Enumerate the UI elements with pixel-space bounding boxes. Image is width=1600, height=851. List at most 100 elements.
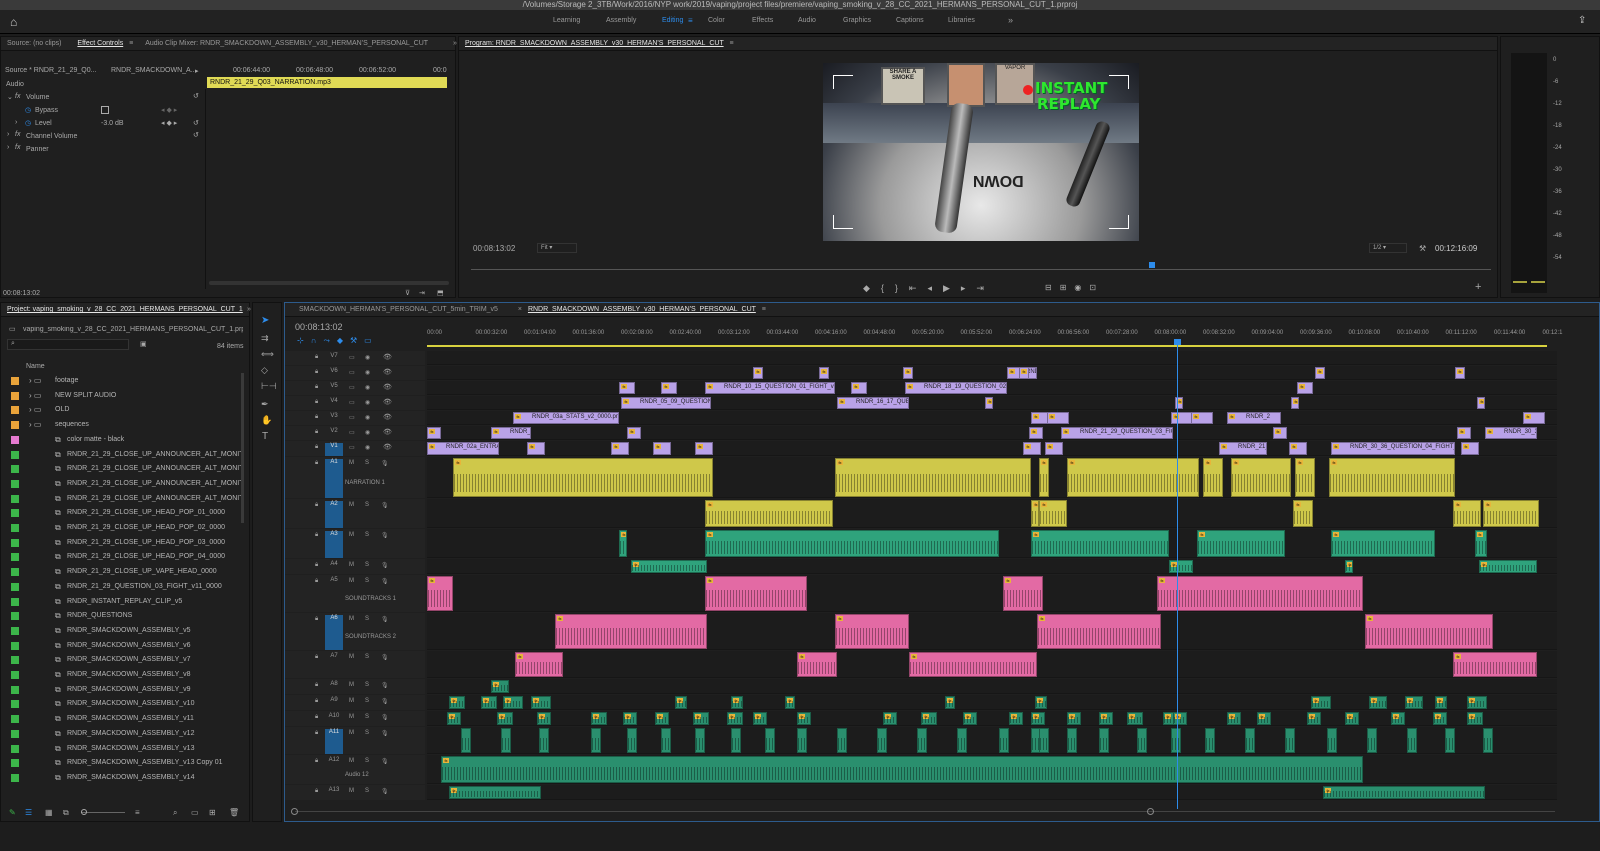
audio-clip[interactable]: fx [883,712,897,725]
track-header-a4[interactable]: 🔒︎ A4 M S 🎙︎ [285,559,425,574]
track-target-a5[interactable]: A5 [325,577,343,612]
toggle-output-eye-icon[interactable]: ◉ [365,414,370,421]
sync-lock-icon[interactable]: ▭ [349,369,355,376]
solo-button[interactable]: S [365,460,369,466]
tab-menu-icon[interactable]: ≡ [730,40,734,47]
audio-clip[interactable]: fx [1295,458,1315,497]
label-color-swatch[interactable] [11,612,19,621]
track-target-a12[interactable]: A12 [325,757,343,784]
video-clip[interactable]: fx RNDR_10_15_QUESTION_01_FIGHT_v8_00 [705,382,835,394]
audio-clip[interactable] [591,728,601,753]
video-clip[interactable]: fx RNDR_02a_ENTRAN [427,442,499,455]
solo-button[interactable]: S [365,562,369,568]
video-clip[interactable]: fx [819,367,829,379]
voiceover-mic-icon[interactable]: 🎙︎ [381,698,389,705]
track-lock-icon[interactable]: 🔒︎ [315,460,318,467]
track-target-a10[interactable]: A10 [325,713,343,726]
video-clip[interactable]: fx [695,442,713,455]
panel-more-icon[interactable]: » [247,303,251,317]
ec-clip-bar[interactable]: RNDR_21_29_Q03_NARRATION.mp3 [207,77,447,88]
track-target-a6[interactable]: A6 [325,615,343,650]
track-lock-icon[interactable]: 🔒︎ [315,384,318,391]
audio-clip[interactable]: fx [1467,696,1487,709]
solo-button[interactable]: S [365,788,369,794]
tab-project[interactable]: Project: vaping_smoking_v_28_CC_2021_HER… [7,306,243,313]
audio-clip[interactable] [1171,728,1181,753]
eye-icon[interactable]: 👁︎ [383,398,392,406]
audio-clip[interactable]: fx [1127,712,1143,725]
fx-icon[interactable]: fx [15,131,20,138]
solo-button[interactable]: S [365,714,369,720]
type-tool-icon[interactable]: T [262,431,268,442]
sync-lock-icon[interactable]: ▭ [349,384,355,391]
video-clip[interactable]: fx RNDR_16_17_QUEST [837,397,909,409]
mute-button[interactable]: M [349,532,354,538]
audio-clip[interactable]: fx [1365,614,1493,649]
solo-button[interactable]: S [365,654,369,660]
video-clip[interactable]: fx [1047,412,1069,424]
label-color-swatch[interactable] [11,759,19,768]
mute-button[interactable]: M [349,616,354,622]
label-color-swatch[interactable] [11,729,19,738]
track-header-v4[interactable]: 🔒︎ V4 ▭ ◉ 👁︎ [285,396,425,410]
bypass-keyframe-nav[interactable]: ◂ ◆ ▸ [161,106,177,114]
track-target-a3[interactable]: A3 [325,531,343,558]
track-lock-icon[interactable]: 🔒︎ [315,698,318,705]
sync-lock-icon[interactable]: ▭ [349,444,355,451]
track-header-a6[interactable]: 🔒︎ A6 M S 🎙︎ SOUNDTRACKS 2 [285,613,425,650]
track-header-v3[interactable]: 🔒︎ V3 ▭ ◉ 👁︎ [285,411,425,425]
video-clip[interactable]: fx [1029,427,1043,439]
track-lane-a8[interactable] [427,679,1557,694]
export-frame-icon[interactable]: ⬒ [437,289,444,297]
project-list-item[interactable]: ⧉ RNDR_21_29_CLOSE_UP_HEAD_POP_02_0000 [1,521,241,535]
tab-menu-icon[interactable]: ≡ [762,306,766,313]
solo-button[interactable]: S [365,758,369,764]
audio-clip[interactable]: fx [797,712,811,725]
audio-clip[interactable] [461,728,471,753]
workspace-captions[interactable]: Captions [896,17,924,24]
track-target-a13[interactable]: A13 [325,787,343,800]
track-header-a10[interactable]: 🔒︎ A10 M S 🎙︎ [285,711,425,726]
video-clip[interactable]: fx [611,442,629,455]
audio-clip[interactable]: fx [1405,696,1423,709]
track-lock-icon[interactable]: 🔒︎ [315,369,318,376]
eye-icon[interactable]: 👁︎ [383,413,392,421]
ripple-edit-tool-icon[interactable]: ⟺ [261,349,274,360]
audio-clip[interactable]: fx [453,458,713,497]
track-header-a1[interactable]: 🔒︎ A1 M S 🎙︎ NARRATION 1 [285,457,425,498]
voiceover-mic-icon[interactable]: 🎙︎ [381,788,389,795]
voiceover-mic-icon[interactable]: 🎙︎ [381,532,389,539]
video-clip[interactable]: fx [1457,427,1471,439]
track-lock-icon[interactable]: 🔒︎ [315,562,318,569]
project-list-item[interactable]: ⧉ RNDR_SMACKDOWN_ASSEMBLY_v5 [1,624,241,638]
track-header-a8[interactable]: 🔒︎ A8 M S 🎙︎ [285,679,425,694]
voiceover-mic-icon[interactable]: 🎙︎ [381,654,389,661]
label-color-swatch[interactable] [11,671,19,679]
track-lock-icon[interactable]: 🔒︎ [315,414,318,421]
playhead-handle[interactable] [1174,339,1181,345]
mute-button[interactable]: M [349,714,354,720]
project-list-item[interactable]: ⧉ RNDR_SMACKDOWN_ASSEMBLY_v11 [1,712,241,726]
audio-clip[interactable]: fx [427,576,453,611]
label-color-swatch[interactable] [11,553,19,562]
program-playhead[interactable] [1149,262,1155,268]
track-lane-a2[interactable] [427,499,1557,528]
solo-button[interactable]: S [365,730,369,736]
track-header-a13[interactable]: 🔒︎ A13 M S 🎙︎ [285,785,425,800]
label-color-swatch[interactable] [11,685,19,694]
audio-clip[interactable] [999,728,1009,753]
audio-clip[interactable]: fx [441,756,1363,783]
audio-clip[interactable]: fx [1369,696,1387,709]
audio-clip[interactable]: fx [631,560,707,573]
close-tab-icon[interactable]: × [518,306,522,313]
solo-button[interactable]: S [365,698,369,704]
sort-icon[interactable]: ≡ [135,808,140,817]
video-clip[interactable]: fx [661,382,677,394]
program-scrubber[interactable] [471,269,1491,270]
audio-clip[interactable]: fx [909,652,1037,677]
video-clip[interactable]: fx RNDR_30_36_QUESTION_04_FIGHT_v20 [1331,442,1455,455]
video-clip[interactable]: fx [1191,412,1213,424]
video-clip[interactable]: fx [1019,367,1029,379]
workspace-graphics[interactable]: Graphics [843,17,871,24]
audio-clip[interactable]: fx [1331,530,1435,557]
